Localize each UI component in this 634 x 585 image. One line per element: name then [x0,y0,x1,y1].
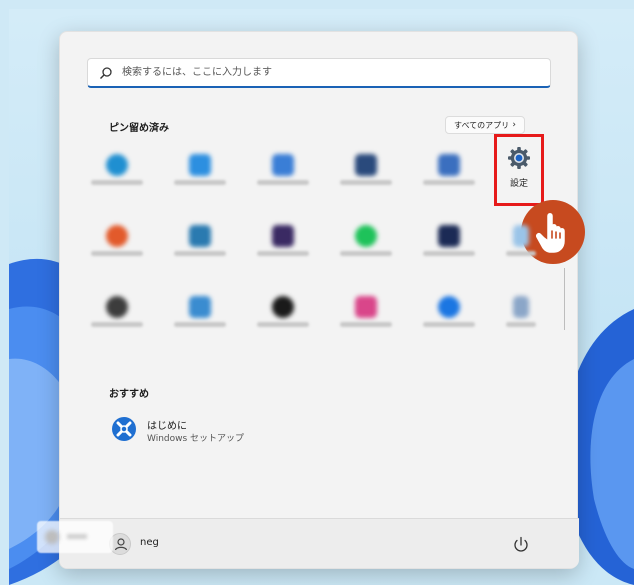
pinned-app-tile[interactable] [252,146,312,204]
pinned-app-label [174,251,226,256]
blurred-taskbar-item [37,521,113,553]
calendar-icon [272,154,294,176]
pinned-app-tile[interactable] [169,288,229,346]
power-icon[interactable] [510,534,532,556]
pinned-app-label [91,251,143,256]
recommended-item-subtitle: Windows セットアップ [147,434,245,444]
all-apps-button[interactable]: すべてのアプリ › [445,116,525,134]
edge-icon [106,154,128,176]
pinned-app-label [340,322,392,327]
pinned-app-label [340,180,392,185]
all-apps-label: すべてのアプリ [454,121,510,130]
netflix-icon [106,296,128,318]
blurred-taskbar-label [67,534,87,539]
mail-icon [189,154,211,176]
blurred-taskbar-icon [45,530,59,544]
user-name[interactable]: neg [140,537,159,548]
pinned-app-label [257,251,309,256]
pinned-app-tile[interactable] [335,217,395,275]
search-input[interactable] [122,59,522,86]
pinned-app-tile[interactable] [418,217,478,275]
settings-highlight-box [494,134,544,206]
pinned-app-label [340,251,392,256]
solitaire-icon [189,225,211,247]
pinned-app-tile[interactable] [252,288,312,346]
pinned-app-label [257,322,309,327]
pinned-app-tile[interactable] [501,217,561,275]
pinned-app-tile[interactable] [86,146,146,204]
pinned-app-tile[interactable] [335,288,395,346]
get-started-icon [112,417,136,441]
office-icon [106,225,128,247]
unknown-app-icon [513,296,529,318]
recommended-title: おすすめ [109,389,149,400]
facebook-icon [438,296,460,318]
search-box[interactable] [87,58,551,88]
chevron-right-icon: › [512,120,516,130]
pinned-app-label [174,322,226,327]
pinned-app-tile[interactable] [418,288,478,346]
photos-icon [438,154,460,176]
pinned-app-label [423,322,475,327]
user-icon [114,538,128,551]
pinned-app-label [257,180,309,185]
pinned-app-tile[interactable] [252,217,312,275]
pinned-app-label [174,180,226,185]
pinned-app-tile[interactable] [335,146,395,204]
pinned-title: ピン留め済み [109,123,169,134]
store-icon [355,154,377,176]
scrollbar[interactable] [564,268,565,330]
pinned-app-label [506,251,536,256]
recommended-item-title: はじめに [147,421,187,432]
spotify-icon [355,225,377,247]
pinned-app-label [506,322,536,327]
search-icon [100,67,112,79]
tiktok-icon [272,296,294,318]
recommended-item-get-started[interactable]: はじめに Windows セットアップ [108,413,328,449]
photoshop-express-icon [189,296,211,318]
pinned-app-tile[interactable] [86,288,146,346]
start-menu-footer: neg [60,518,579,568]
pinned-app-label [423,251,475,256]
pinned-app-tile[interactable] [418,146,478,204]
disney-icon [438,225,460,247]
unknown-app-icon [513,225,529,247]
pinned-app-label [423,180,475,185]
pinned-app-tile[interactable] [501,288,561,346]
pinned-app-tile[interactable] [169,146,229,204]
pinned-app-tile[interactable] [169,217,229,275]
clipchamp-icon [272,225,294,247]
pinned-app-label [91,180,143,185]
pinned-app-label [91,322,143,327]
start-menu: ピン留め済み すべてのアプリ › 設定 [59,31,585,569]
pinned-app-tile[interactable] [86,217,146,275]
instagram-icon [355,296,377,318]
